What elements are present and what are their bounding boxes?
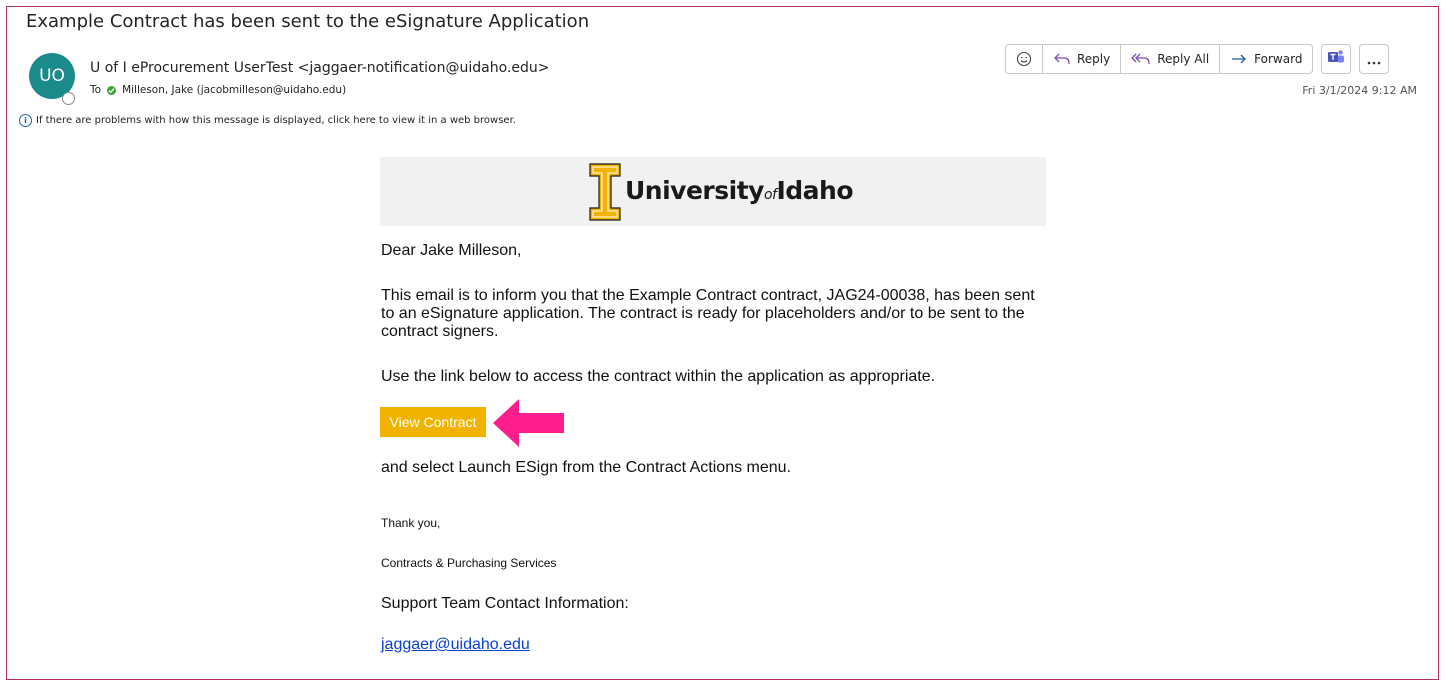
forward-button[interactable]: Forward <box>1219 45 1312 73</box>
sent-date: Fri 3/1/2024 9:12 AM <box>1302 84 1417 97</box>
intro-paragraph: This email is to inform you that the Exa… <box>381 287 1035 340</box>
check-circle-icon <box>107 85 117 95</box>
info-notice-text[interactable]: If there are problems with how this mess… <box>36 115 516 126</box>
message-toolbar: Reply Reply All Forward <box>1005 44 1390 74</box>
to-label: To <box>90 84 102 96</box>
action-button-group: Reply Reply All Forward <box>1005 44 1314 74</box>
teams-icon <box>1327 49 1345 69</box>
sender-line[interactable]: U of I eProcurement UserTest <jaggaer-no… <box>90 60 549 76</box>
university-banner: UniversityofIdaho <box>380 157 1046 226</box>
message-frame <box>6 6 1439 680</box>
logo-of: of <box>763 187 777 203</box>
display-problem-notice[interactable]: i If there are problems with how this me… <box>19 114 516 127</box>
info-icon: i <box>19 114 32 127</box>
launch-esign-text: and select Launch ESign from the Contrac… <box>381 459 792 476</box>
logo-university: University <box>625 176 764 205</box>
logo-idaho: Idaho <box>776 176 853 205</box>
more-options-button[interactable] <box>1359 44 1390 74</box>
reply-all-icon <box>1131 52 1151 66</box>
university-wordmark: UniversityofIdaho <box>625 176 853 205</box>
reply-icon <box>1053 52 1071 66</box>
instructions-paragraph: Use the link below to access the contrac… <box>381 368 936 385</box>
view-contract-button[interactable]: View Contract <box>380 407 486 437</box>
teams-button[interactable] <box>1321 44 1352 74</box>
thanks-text: Thank you, <box>381 516 441 530</box>
support-heading: Support Team Contact Information: <box>381 595 629 612</box>
greeting: Dear Jake Milleson, <box>381 242 522 259</box>
emoji-button[interactable] <box>1006 45 1042 73</box>
reply-button[interactable]: Reply <box>1042 45 1120 73</box>
signature-text: Contracts & Purchasing Services <box>381 556 557 570</box>
more-icon <box>1366 50 1382 69</box>
reply-label: Reply <box>1077 52 1111 66</box>
reply-all-label: Reply All <box>1157 52 1210 66</box>
support-email-link[interactable]: jaggaer@uidaho.edu <box>381 636 530 654</box>
email-subject: Example Contract has been sent to the eS… <box>26 11 590 32</box>
recipient-name[interactable]: Milleson, Jake (jacobmilleson@uidaho.edu… <box>122 84 346 96</box>
reply-all-button[interactable]: Reply All <box>1120 45 1219 73</box>
recipient-line: To Milleson, Jake (jacobmilleson@uidaho.… <box>90 84 346 96</box>
avatar-initials: UO <box>39 66 65 86</box>
forward-arrow-icon <box>1230 52 1248 66</box>
university-i-logo-icon <box>589 163 621 225</box>
presence-status-icon <box>62 92 75 105</box>
smiley-icon <box>1016 51 1032 67</box>
pointer-arrow-icon <box>493 399 565 451</box>
forward-label: Forward <box>1254 52 1303 66</box>
